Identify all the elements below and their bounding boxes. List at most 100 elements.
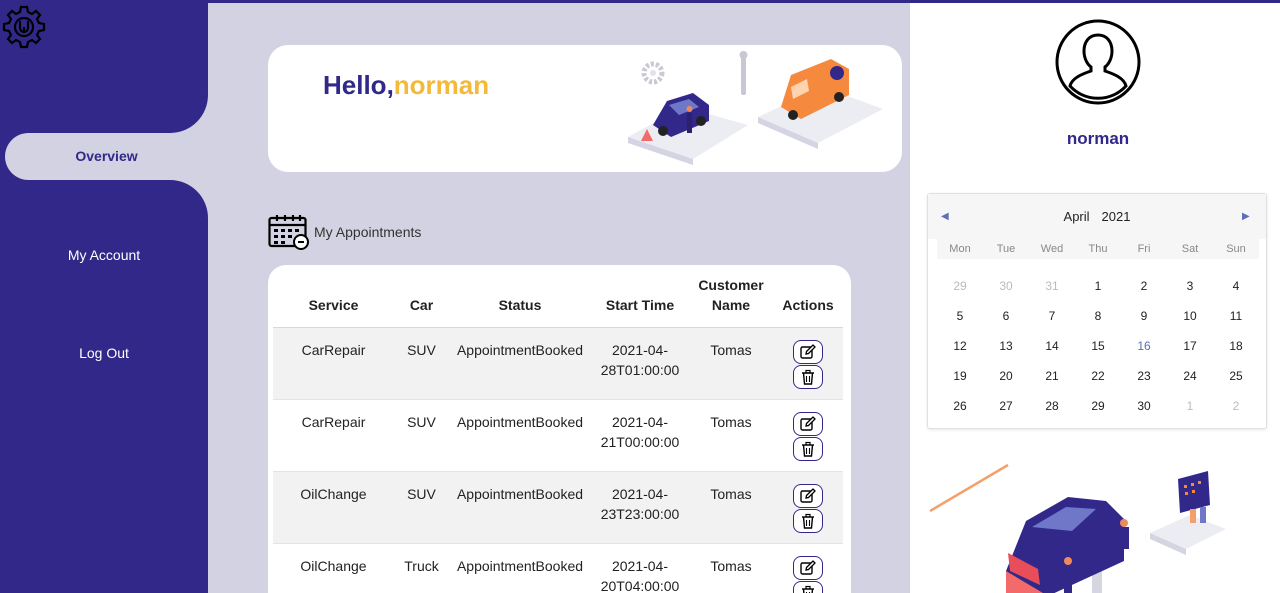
column-header-car[interactable]: Car [394, 275, 449, 328]
calendar-day[interactable]: 17 [1167, 331, 1213, 361]
appointments-table-card: Service Car Status Start Time Customer N… [268, 265, 851, 593]
appointments-table: Service Car Status Start Time Customer N… [273, 275, 843, 593]
cell-start-time: 2021-04-21T00:00:002021-04-21T00:00:00 [591, 399, 689, 472]
calendar-day[interactable]: 2 [1213, 391, 1259, 421]
user-avatar-icon[interactable] [1055, 19, 1141, 105]
sidebar-item-my-account[interactable]: My Account [0, 247, 208, 263]
calendar-day[interactable]: 12 [937, 331, 983, 361]
start-time-date: 2021-04- [611, 414, 669, 430]
appointments-title: My Appointments [314, 224, 422, 240]
calendar-day-today[interactable]: 16 [1121, 331, 1167, 361]
calendar-day[interactable]: 29 [937, 271, 983, 301]
start-time-clock: 28T01:00:00 [600, 362, 680, 378]
delete-button[interactable] [793, 437, 823, 461]
table-header-row: Service Car Status Start Time Customer N… [273, 275, 843, 328]
calendar-week-row: 12 13 14 15 16 17 18 [937, 331, 1259, 361]
table-row[interactable]: OilChange Truck AppointmentBooked 2021-04- 2… [273, 543, 843, 593]
profile-panel: norman ◀ April 2021 ▶ Mon Tue Wed Thu Fri Sat S… [910, 3, 1280, 593]
calendar-day[interactable]: 11 [1213, 301, 1259, 331]
cell-actions [773, 543, 843, 593]
calendar-days-grid: 29 30 31 1 2 3 4 5 6 7 8 9 10 11 12 13 14 15 16 17 18 19 20 21 2… [937, 271, 1259, 421]
next-month-icon[interactable]: ▶ [1242, 211, 1250, 222]
calendar-month[interactable]: April [1064, 209, 1090, 224]
cell-status: AppointmentBooked [449, 471, 591, 544]
column-header-service[interactable]: Service [273, 275, 394, 328]
cell-car: SUV [394, 399, 449, 472]
calendar-day[interactable]: 1 [1167, 391, 1213, 421]
edit-button[interactable] [793, 556, 823, 580]
column-header-status[interactable]: Status [449, 275, 591, 328]
calendar-day[interactable]: 7 [1029, 301, 1075, 331]
welcome-banner: Hello,norman [268, 45, 902, 172]
gear-logo-icon[interactable] [2, 5, 46, 49]
calendar-day[interactable]: 29 [1075, 391, 1121, 421]
calendar-day[interactable]: 24 [1167, 361, 1213, 391]
start-time-clock: 23T23:00:00 [600, 506, 680, 522]
edit-button[interactable] [793, 484, 823, 508]
start-time-date: 2021-04- [611, 342, 669, 358]
calendar-day[interactable]: 19 [937, 361, 983, 391]
nav-corner [168, 180, 208, 220]
calendar-year[interactable]: 2021 [1102, 209, 1131, 224]
calendar-day[interactable]: 9 [1121, 301, 1167, 331]
calendar-day[interactable]: 21 [1029, 361, 1075, 391]
delete-button[interactable] [793, 581, 823, 593]
calendar-day[interactable]: 2 [1121, 271, 1167, 301]
calendar-day[interactable]: 30 [983, 271, 1029, 301]
table-row[interactable]: CarRepair SUV AppointmentBooked 2021-04- 21T… [273, 399, 843, 472]
cell-status: AppointmentBooked [449, 543, 591, 593]
top-strip [0, 0, 1280, 3]
calendar-day[interactable]: 18 [1213, 331, 1259, 361]
calendar-day[interactable]: 6 [983, 301, 1029, 331]
sidebar: Overview My Account Log Out [0, 0, 208, 593]
calendar-day[interactable]: 23 [1121, 361, 1167, 391]
calendar-day[interactable]: 5 [937, 301, 983, 331]
calendar-day[interactable]: 26 [937, 391, 983, 421]
calendar-day[interactable]: 1 [1075, 271, 1121, 301]
calendar-week-row: 5 6 7 8 9 10 11 [937, 301, 1259, 331]
calendar-day[interactable]: 20 [983, 361, 1029, 391]
calendar-day[interactable]: 30 [1121, 391, 1167, 421]
cell-car: SUV [394, 471, 449, 544]
calendar-day[interactable]: 4 [1213, 271, 1259, 301]
cell-actions [773, 399, 843, 472]
calendar-day[interactable]: 15 [1075, 331, 1121, 361]
cell-actions [773, 471, 843, 544]
delete-button[interactable] [793, 509, 823, 533]
car-service-illustration [628, 51, 883, 165]
cell-service: CarRepair [273, 327, 394, 400]
cell-actions [773, 327, 843, 400]
greeting-username: norman [393, 70, 490, 100]
calendar-day[interactable]: 22 [1075, 361, 1121, 391]
appointments-header: My Appointments [268, 213, 421, 251]
calendar-day[interactable]: 27 [983, 391, 1029, 421]
calendar-weekday: Wed [1040, 243, 1064, 255]
start-time-date: 2021-04- [611, 486, 669, 502]
table-row[interactable]: CarRepair SUV AppointmentBooked 2021-04- 28T… [273, 327, 843, 400]
cell-service: OilChange [273, 543, 394, 593]
calendar-day[interactable]: 31 [1029, 271, 1075, 301]
table-row[interactable]: OilChange SUV AppointmentBooked 2021-04- 23T… [273, 471, 843, 544]
profile-name: norman [1066, 129, 1130, 148]
column-header-start-time[interactable]: Start Time [591, 275, 689, 328]
calendar-day[interactable]: 13 [983, 331, 1029, 361]
calendar-day[interactable]: 25 [1213, 361, 1259, 391]
cell-service: CarRepair [273, 399, 394, 472]
cell-car: SUV [394, 327, 449, 400]
cell-status: AppointmentBooked [449, 399, 591, 472]
column-header-customer-name[interactable]: Customer Name [689, 275, 773, 328]
calendar-day[interactable]: 10 [1167, 301, 1213, 331]
calendar-day[interactable]: 14 [1029, 331, 1075, 361]
sidebar-item-overview[interactable]: Overview [5, 148, 208, 164]
calendar-day[interactable]: 8 [1075, 301, 1121, 331]
calendar-day[interactable]: 28 [1029, 391, 1075, 421]
edit-button[interactable] [793, 340, 823, 364]
delete-button[interactable] [793, 365, 823, 389]
calendar-weekdays: Mon Tue Wed Thu Fri Sat Sun [937, 239, 1259, 259]
calendar-day[interactable]: 3 [1167, 271, 1213, 301]
start-time-clock: 20T04:00:00 [600, 578, 680, 593]
sidebar-item-log-out[interactable]: Log Out [0, 345, 208, 361]
cell-start-time: 2021-04-20T04:00:002021-04-20T04:00:00 [591, 543, 689, 593]
edit-button[interactable] [793, 412, 823, 436]
calendar-weekday: Mon [949, 243, 971, 255]
